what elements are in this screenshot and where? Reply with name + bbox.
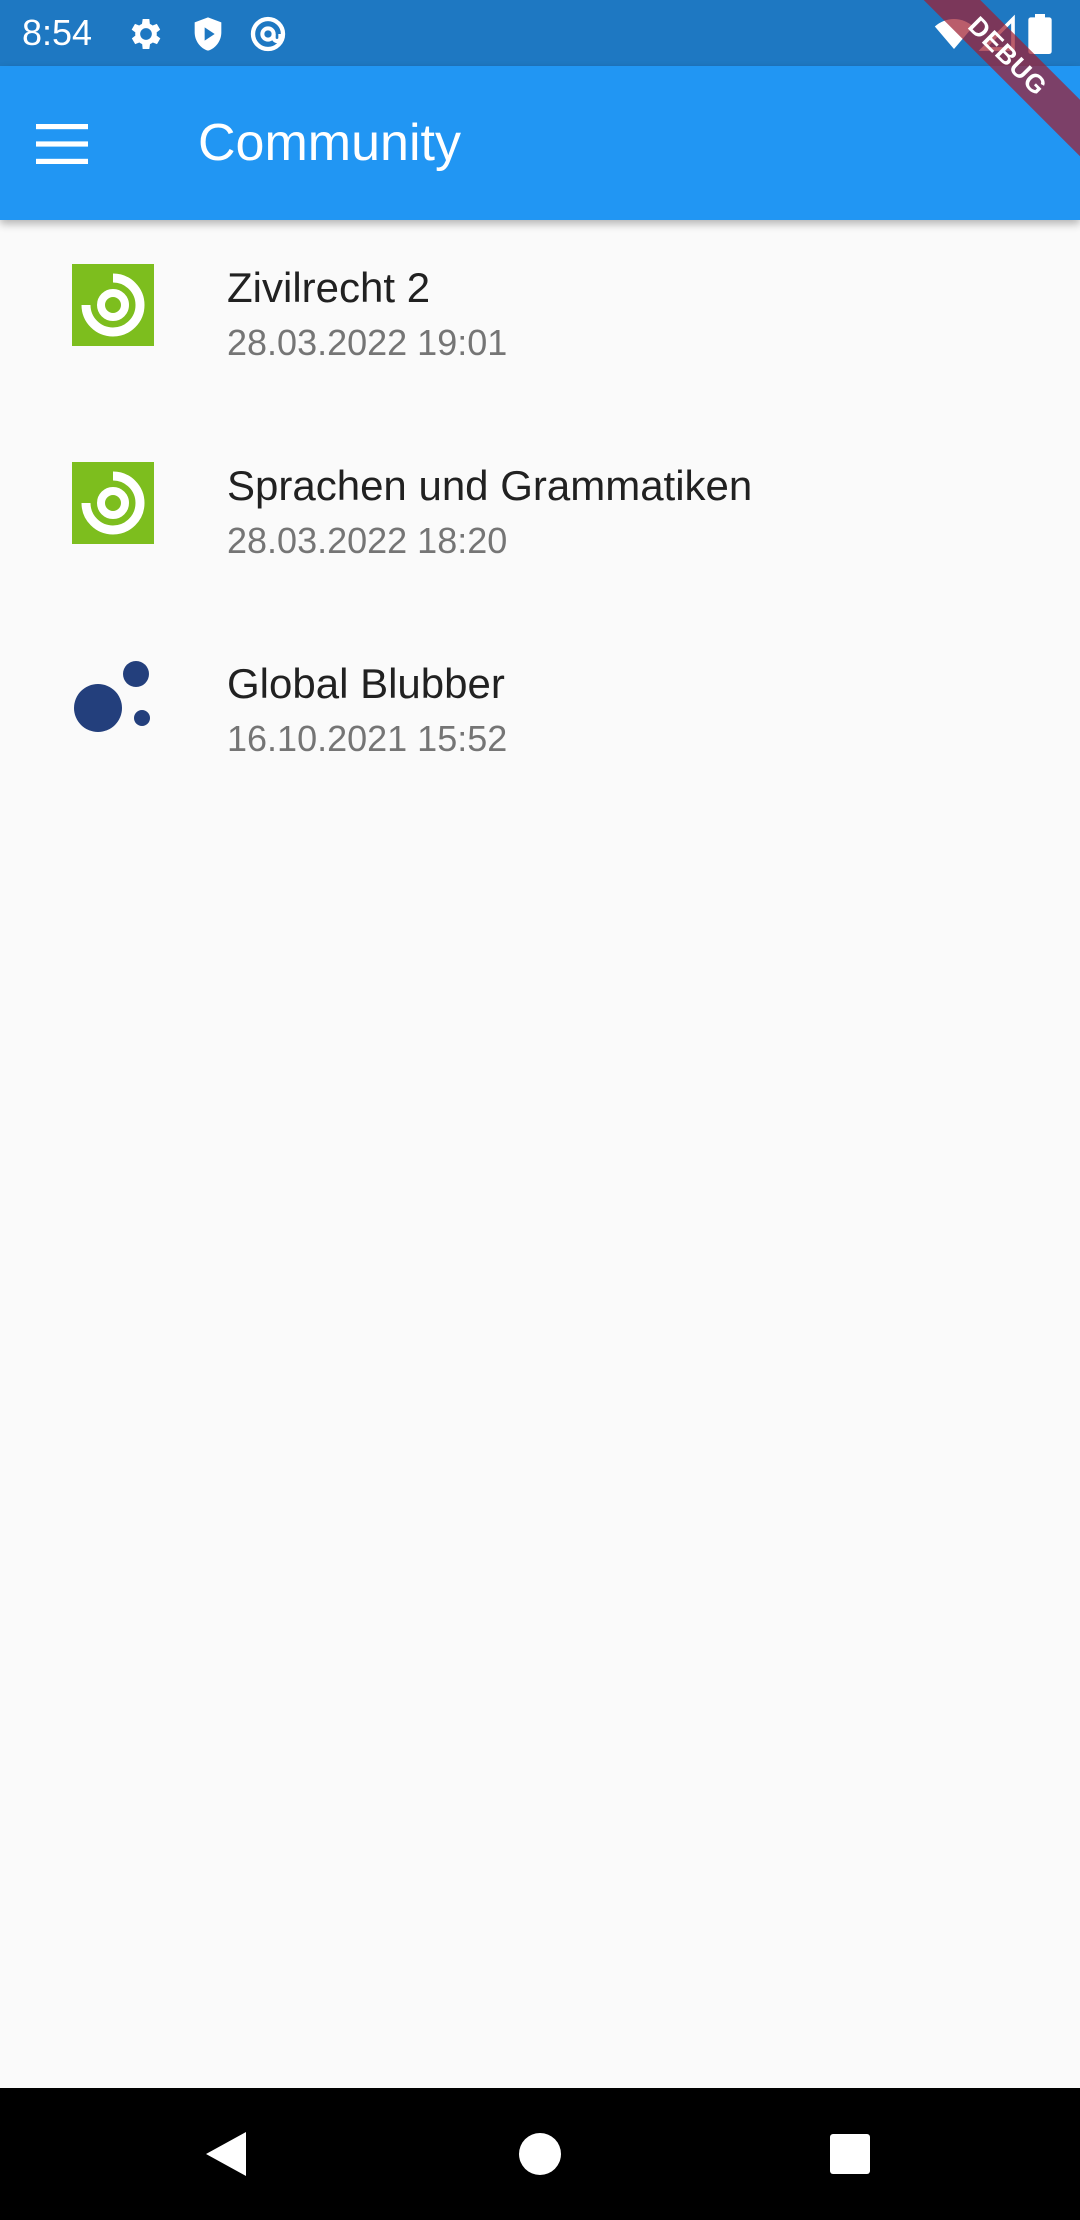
recents-button[interactable]	[814, 2118, 886, 2190]
community-list-item[interactable]: Global Blubber 16.10.2021 15:52	[0, 616, 1080, 814]
community-list: Zivilrecht 2 28.03.2022 19:01 Sprachen u…	[0, 220, 1080, 814]
community-list-item[interactable]: Sprachen und Grammatiken 28.03.2022 18:2…	[0, 418, 1080, 616]
community-list-item[interactable]: Zivilrecht 2 28.03.2022 19:01	[0, 220, 1080, 418]
page-title: Community	[198, 114, 461, 172]
community-name: Global Blubber	[227, 660, 505, 707]
community-name: Sprachen und Grammatiken	[227, 462, 753, 509]
home-icon	[518, 2132, 562, 2176]
shield-play-icon	[188, 14, 228, 54]
home-button[interactable]	[504, 2118, 576, 2190]
green-ring-logo-icon	[72, 264, 154, 346]
community-date: 16.10.2021 15:52	[227, 718, 508, 759]
at-sign-icon	[248, 14, 288, 54]
navigation-bar	[0, 2088, 1080, 2220]
back-button[interactable]	[190, 2118, 262, 2190]
green-ring-logo-icon	[72, 462, 154, 544]
gear-icon	[126, 14, 166, 54]
screen: 8:54 Community DEBUG Zivilrecht 2 28.03.…	[0, 0, 1080, 2220]
menu-button[interactable]	[36, 108, 120, 180]
recents-icon	[829, 2133, 871, 2175]
community-date: 28.03.2022 18:20	[227, 520, 508, 561]
app-bar: Community	[0, 66, 1080, 220]
battery-icon	[1028, 14, 1058, 54]
back-icon	[204, 2130, 248, 2178]
status-bar: 8:54	[0, 0, 1080, 66]
hamburger-menu-icon	[36, 124, 88, 164]
community-name: Zivilrecht 2	[227, 264, 431, 311]
blue-dots-logo-icon	[72, 660, 154, 742]
community-date: 28.03.2022 19:01	[227, 322, 508, 363]
status-time: 8:54	[22, 12, 93, 53]
